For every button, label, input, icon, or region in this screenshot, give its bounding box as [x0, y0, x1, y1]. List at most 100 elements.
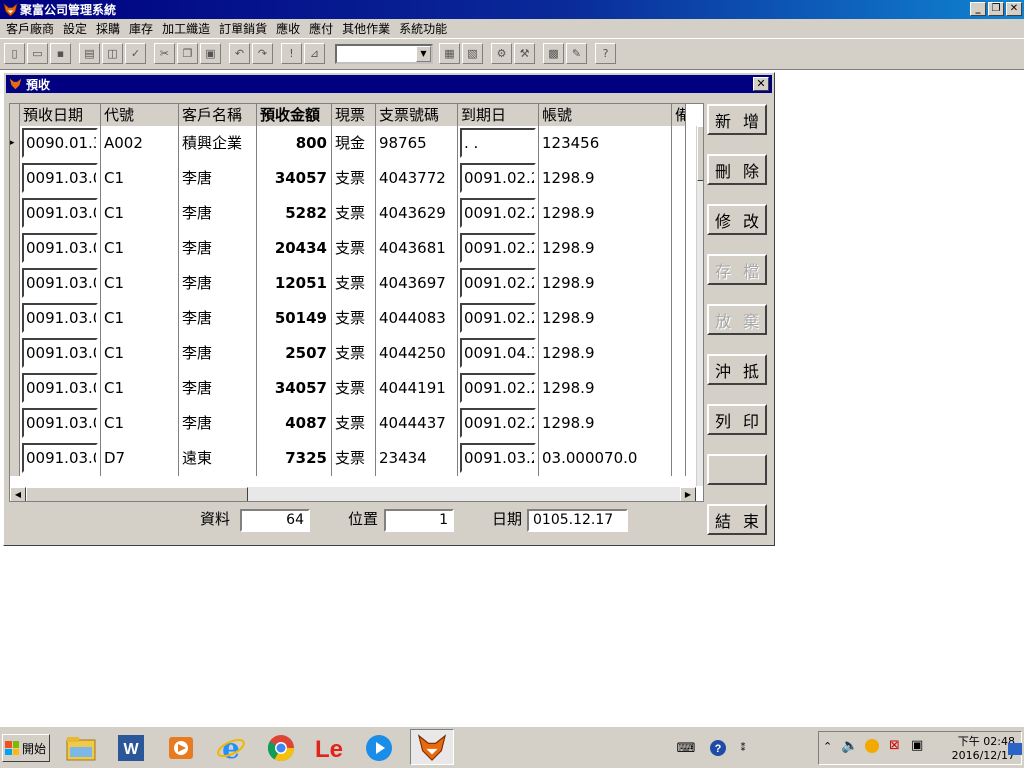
- fox-app-task-icon[interactable]: [410, 729, 454, 765]
- cell-remark[interactable]: [672, 371, 686, 406]
- grid-icon[interactable]: ▩: [543, 43, 564, 64]
- menu-processing[interactable]: 加工纖造: [159, 20, 216, 37]
- cell-customer[interactable]: 李唐: [179, 371, 257, 406]
- row-selector[interactable]: ▸: [10, 126, 20, 161]
- table-row[interactable]: 0091.03.04C1李唐2507支票40442500091.04.30129…: [10, 336, 686, 371]
- cell-account[interactable]: 1298.9: [539, 231, 672, 266]
- edit-icon[interactable]: ✎: [566, 43, 587, 64]
- discard-button[interactable]: 放棄: [707, 304, 767, 335]
- cell-date[interactable]: 0090.01.31: [20, 126, 101, 161]
- row-selector[interactable]: [10, 406, 20, 441]
- row-selector[interactable]: [10, 441, 20, 476]
- cell-type[interactable]: 支票: [332, 231, 376, 266]
- cell-remark[interactable]: [672, 231, 686, 266]
- cell-date-field[interactable]: 0091.03.04: [22, 338, 98, 368]
- cell-date[interactable]: 0091.03.04: [20, 196, 101, 231]
- header-account[interactable]: 帳號: [539, 104, 672, 126]
- alert-icon[interactable]: !: [281, 43, 302, 64]
- row-selector[interactable]: [10, 161, 20, 196]
- edit-button[interactable]: 修改: [707, 204, 767, 235]
- ie-browser-icon[interactable]: e: [214, 731, 248, 765]
- table-row[interactable]: 0091.03.04C1李唐50149支票40440830091.02.2812…: [10, 301, 686, 336]
- cell-remark[interactable]: [672, 336, 686, 371]
- show-hidden-icons-icon[interactable]: ⌃: [823, 740, 832, 753]
- save-button[interactable]: 存檔: [707, 254, 767, 285]
- cell-due-date[interactable]: 0091.02.28: [458, 406, 539, 441]
- file-explorer-icon[interactable]: [64, 731, 98, 765]
- tools-icon[interactable]: ⚙: [491, 43, 512, 64]
- cell-due-date[interactable]: 0091.02.28: [458, 231, 539, 266]
- report-icon[interactable]: ▧: [462, 43, 483, 64]
- clock[interactable]: 下午 02:48 2016/12/17: [952, 735, 1015, 763]
- cell-remark[interactable]: [672, 266, 686, 301]
- cell-type[interactable]: 支票: [332, 301, 376, 336]
- cell-remark[interactable]: [672, 441, 686, 476]
- menu-orders-sales[interactable]: 訂單銷貨: [216, 20, 273, 37]
- cell-account[interactable]: 123456: [539, 126, 672, 161]
- print-icon[interactable]: ▤: [79, 43, 100, 64]
- cut-icon[interactable]: ✂: [154, 43, 175, 64]
- horizontal-scrollbar[interactable]: ◀ ▶: [10, 487, 696, 501]
- scroll-right-icon[interactable]: ▶: [680, 487, 696, 501]
- cell-due-date-field[interactable]: 0091.02.28: [460, 373, 536, 403]
- table-row[interactable]: 0091.03.04C1李唐34057支票40441910091.02.2812…: [10, 371, 686, 406]
- copy-icon[interactable]: ❐: [177, 43, 198, 64]
- cell-code[interactable]: C1: [101, 196, 179, 231]
- toolbar-combo[interactable]: ▼: [335, 44, 433, 64]
- table-row[interactable]: 0091.03.04C1李唐5282支票40436290091.02.28129…: [10, 196, 686, 231]
- header-remark[interactable]: 備: [672, 104, 686, 126]
- cell-code[interactable]: C1: [101, 266, 179, 301]
- cell-due-date-field[interactable]: 0091.03.25: [460, 443, 536, 473]
- cell-due-date[interactable]: . .: [458, 126, 539, 161]
- cell-date[interactable]: 0091.03.04: [20, 371, 101, 406]
- cell-date[interactable]: 0091.03.04: [20, 266, 101, 301]
- tray-app-icon[interactable]: [865, 739, 879, 753]
- menu-settings[interactable]: 設定: [60, 20, 93, 37]
- cell-customer[interactable]: 李唐: [179, 336, 257, 371]
- start-button[interactable]: 開始: [2, 734, 50, 762]
- cell-date-field[interactable]: 0091.03.04: [22, 268, 98, 298]
- cell-account[interactable]: 1298.9: [539, 161, 672, 196]
- build-icon[interactable]: ⚒: [514, 43, 535, 64]
- cell-due-date-field[interactable]: 0091.02.28: [460, 408, 536, 438]
- word-icon[interactable]: W: [114, 731, 148, 765]
- cell-due-date-field[interactable]: 0091.04.30: [460, 338, 536, 368]
- print-preview-icon[interactable]: ◫: [102, 43, 123, 64]
- cell-check-no[interactable]: 4044250: [376, 336, 458, 371]
- volume-icon[interactable]: 🔈: [841, 738, 858, 754]
- cell-due-date[interactable]: 0091.02.28: [458, 371, 539, 406]
- cell-amount[interactable]: 34057: [257, 161, 332, 196]
- cell-check-no[interactable]: 4044083: [376, 301, 458, 336]
- header-type[interactable]: 現票: [332, 104, 376, 126]
- vertical-scroll-thumb[interactable]: [697, 126, 703, 181]
- cell-account[interactable]: 1298.9: [539, 336, 672, 371]
- print-button[interactable]: 列印: [707, 404, 767, 435]
- cell-code[interactable]: C1: [101, 406, 179, 441]
- row-selector[interactable]: [10, 371, 20, 406]
- cell-due-date-field[interactable]: . .: [460, 128, 536, 158]
- cell-type[interactable]: 支票: [332, 161, 376, 196]
- cell-due-date-field[interactable]: 0091.02.28: [460, 198, 536, 228]
- spellcheck-icon[interactable]: ✓: [125, 43, 146, 64]
- cell-date[interactable]: 0091.03.04: [20, 336, 101, 371]
- redo-icon[interactable]: ↷: [252, 43, 273, 64]
- menu-inventory[interactable]: 庫存: [126, 20, 159, 37]
- cell-due-date-field[interactable]: 0091.02.28: [460, 233, 536, 263]
- help-circle-icon[interactable]: ?: [706, 731, 730, 765]
- network-error-icon[interactable]: ⊠: [889, 738, 900, 753]
- cell-due-date[interactable]: 0091.02.28: [458, 196, 539, 231]
- cell-due-date[interactable]: 0091.02.28: [458, 301, 539, 336]
- table-row[interactable]: ▸ 0090.01.31A002積興企業800現金98765 . .123456: [10, 126, 686, 161]
- row-selector[interactable]: [10, 266, 20, 301]
- cell-remark[interactable]: [672, 196, 686, 231]
- header-customer[interactable]: 客戶名稱: [179, 104, 257, 126]
- cell-customer[interactable]: 李唐: [179, 266, 257, 301]
- display-icon[interactable]: ▣: [911, 738, 923, 753]
- app-title-bar[interactable]: 聚富公司管理系統 _ ❐ ✕: [0, 0, 1024, 19]
- scroll-left-icon[interactable]: ◀: [10, 487, 26, 501]
- child-close-button[interactable]: ✕: [753, 77, 769, 91]
- menu-other[interactable]: 其他作業: [339, 20, 396, 37]
- cell-customer[interactable]: 李唐: [179, 196, 257, 231]
- offset-button[interactable]: 沖抵: [707, 354, 767, 385]
- cell-amount[interactable]: 4087: [257, 406, 332, 441]
